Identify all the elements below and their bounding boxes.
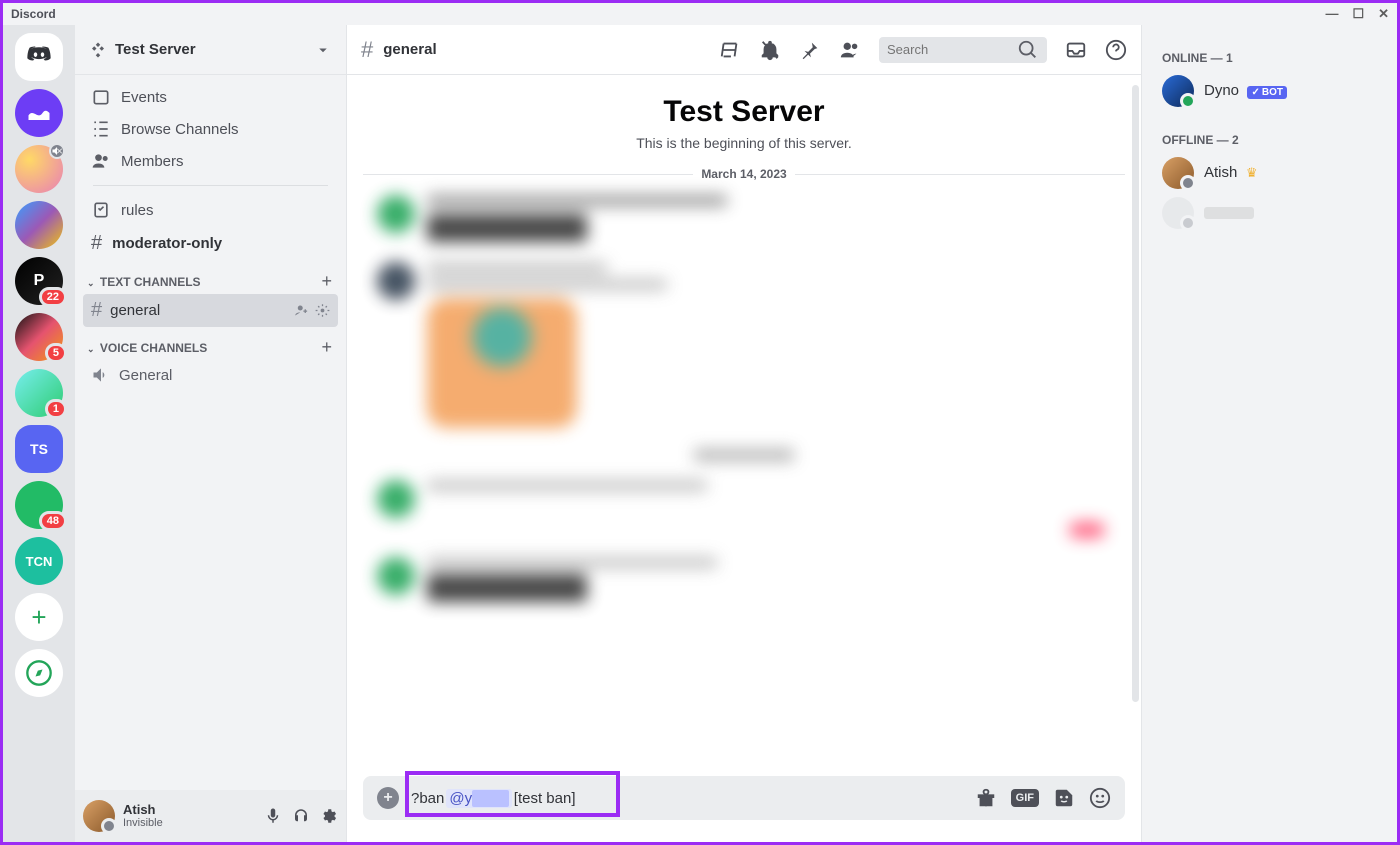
member-dyno[interactable]: Dyno ✓ BOT [1154, 71, 1385, 111]
explore-servers-button[interactable] [15, 649, 63, 697]
avatar [1162, 157, 1194, 189]
hash-icon: # [91, 299, 102, 322]
sticker-button[interactable] [1053, 787, 1075, 809]
notification-badge: 5 [45, 343, 67, 363]
boost-icon [89, 41, 107, 59]
notification-badge: 22 [39, 287, 67, 307]
speaker-icon [91, 365, 111, 385]
notification-badge: 48 [39, 511, 67, 531]
mention-chip[interactable]: @yaa [446, 789, 511, 808]
channel-moderator-only[interactable]: # moderator-only [83, 226, 338, 261]
threads-button[interactable] [719, 39, 741, 61]
search-input[interactable] [887, 42, 1017, 57]
help-button[interactable] [1105, 39, 1127, 61]
dm-home-button[interactable] [15, 33, 63, 81]
gif-button[interactable]: GIF [1011, 789, 1039, 807]
compass-icon [25, 659, 53, 687]
server-header-dropdown[interactable]: Test Server [75, 25, 346, 75]
window-maximize-button[interactable]: ☐ [1352, 6, 1364, 22]
offline-label: Offline — 2 [1162, 133, 1385, 147]
server-icon-9[interactable]: TCN [15, 537, 63, 585]
user-avatar[interactable] [83, 800, 115, 832]
member-atish[interactable]: Atish ♛ [1154, 153, 1385, 193]
window-titlebar: Discord — ☐ ✕ [3, 3, 1397, 25]
messages-area[interactable]: Test Server This is the beginning of thi… [347, 75, 1141, 776]
search-box[interactable] [879, 37, 1047, 63]
channel-rules[interactable]: rules [83, 194, 338, 226]
browse-icon [91, 119, 111, 139]
message-input[interactable]: ?ban @yaa [test ban] [411, 789, 963, 808]
server-icon-2[interactable] [15, 145, 63, 193]
discord-logo-icon [25, 43, 53, 71]
chevron-down-icon [314, 41, 332, 59]
member-name-placeholder [1204, 207, 1254, 219]
chat-header: # general [347, 25, 1141, 75]
calendar-icon [91, 87, 111, 107]
user-panel: Atish Invisible [75, 790, 346, 842]
pinned-button[interactable] [799, 39, 821, 61]
notifications-button[interactable] [759, 39, 781, 61]
online-label: Online — 1 [1162, 51, 1385, 65]
emoji-button[interactable] [1089, 787, 1111, 809]
channel-title: general [383, 41, 436, 58]
blurred-messages [363, 195, 1125, 602]
channel-sidebar: Test Server Events Browse Channels Membe… [75, 25, 347, 842]
server-icon-3[interactable] [15, 201, 63, 249]
rules-icon [91, 200, 111, 220]
members-toggle-button[interactable] [839, 39, 861, 61]
window-minimize-button[interactable]: — [1325, 6, 1338, 22]
server-icon-4[interactable]: P 22 [15, 257, 63, 305]
members-panel: Online — 1 Dyno ✓ BOT Offline — 2 Atish … [1141, 25, 1397, 842]
user-settings-button[interactable] [320, 807, 338, 825]
mute-mic-button[interactable] [264, 807, 282, 825]
gift-button[interactable] [975, 787, 997, 809]
app-title: Discord [11, 7, 56, 21]
server-icon-8[interactable]: 48 [15, 481, 63, 529]
add-server-button[interactable]: + [15, 593, 63, 641]
server-icon-6[interactable]: 1 [15, 369, 63, 417]
crown-icon: ♛ [1246, 165, 1258, 180]
window-close-button[interactable]: ✕ [1378, 6, 1389, 22]
avatar [1162, 75, 1194, 107]
server-icon-7[interactable]: TS [15, 425, 63, 473]
wave-icon [25, 99, 53, 127]
invite-icon[interactable] [294, 303, 309, 318]
add-voice-channel-button[interactable]: + [321, 337, 332, 358]
members-link[interactable]: Members [83, 145, 338, 177]
search-icon [1017, 39, 1039, 61]
members-icon [91, 151, 111, 171]
server-icon-5[interactable]: 5 [15, 313, 63, 361]
server-icon-1[interactable] [15, 89, 63, 137]
voice-channels-category[interactable]: ⌄ Voice Channels + [83, 327, 338, 360]
avatar [1162, 197, 1194, 229]
server-name: Test Server [115, 41, 196, 58]
date-separator: March 14, 2023 [363, 167, 1125, 181]
divider [93, 185, 328, 186]
hash-icon: # [361, 37, 373, 63]
browse-channels-link[interactable]: Browse Channels [83, 113, 338, 145]
scrollbar[interactable] [1132, 85, 1139, 702]
text-channels-category[interactable]: ⌄ Text Channels + [83, 261, 338, 294]
attach-button[interactable]: + [377, 787, 399, 809]
events-link[interactable]: Events [83, 81, 338, 113]
welcome-subtitle: This is the beginning of this server. [363, 135, 1125, 151]
member-hidden[interactable] [1154, 193, 1385, 233]
inbox-button[interactable] [1065, 39, 1087, 61]
deafen-button[interactable] [292, 807, 310, 825]
server-rail: P 22 5 1 TS 48 TCN + [3, 25, 75, 842]
hash-icon: # [91, 232, 102, 255]
message-input-bar: + ?ban @yaa [test ban] GIF [363, 776, 1125, 820]
voice-channel-general[interactable]: General [83, 360, 338, 390]
user-info[interactable]: Atish Invisible [123, 803, 163, 829]
gear-icon[interactable] [315, 303, 330, 318]
bot-tag: ✓ BOT [1247, 86, 1287, 99]
welcome-title: Test Server [363, 95, 1125, 129]
mute-icon [49, 143, 65, 159]
notification-badge: 1 [45, 399, 67, 419]
channel-general[interactable]: # general [83, 294, 338, 327]
add-text-channel-button[interactable]: + [321, 271, 332, 292]
